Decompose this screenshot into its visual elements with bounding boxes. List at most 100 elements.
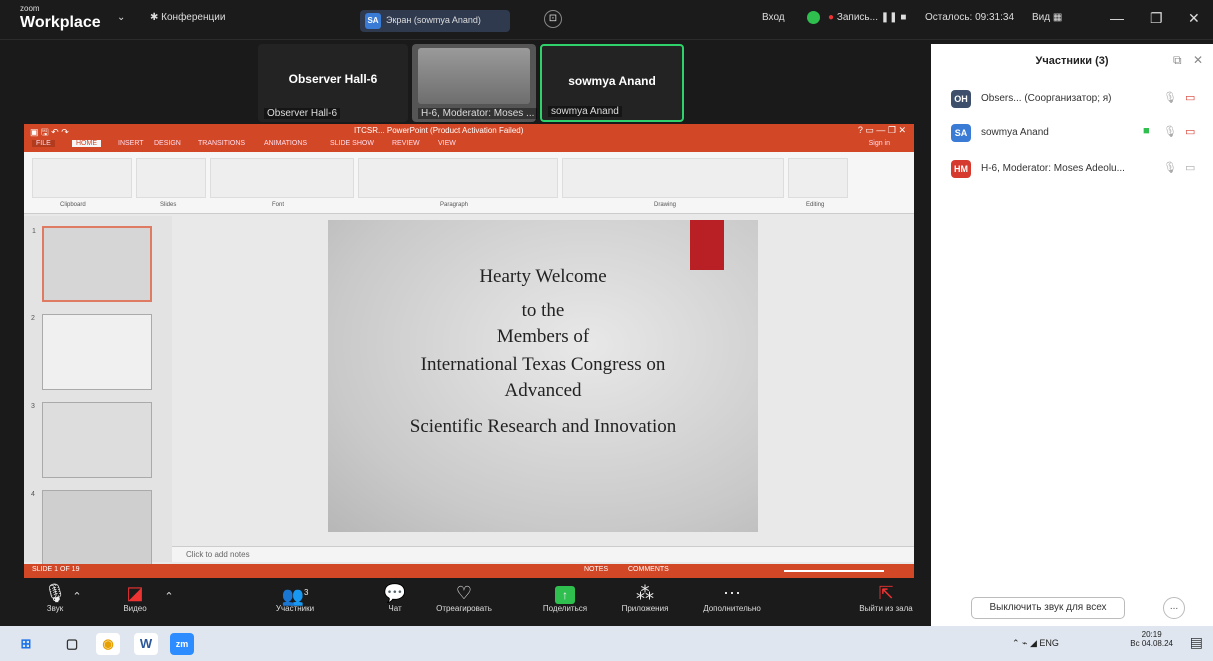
apps-button[interactable]: ⁂ Приложения xyxy=(610,580,680,626)
minimize-icon[interactable]: — xyxy=(1110,10,1124,26)
slides-group[interactable] xyxy=(136,158,206,198)
drawing-group[interactable] xyxy=(562,158,784,198)
font-group[interactable] xyxy=(210,158,354,198)
mic-icon[interactable]: 🎙 xyxy=(1163,125,1177,138)
chat-label: Чат xyxy=(388,604,402,613)
video-off-icon[interactable]: ▭ xyxy=(1185,91,1195,104)
slide-thumb-4[interactable]: 4 xyxy=(31,490,152,566)
more-options-button[interactable]: ... xyxy=(1163,597,1185,619)
ppt-tab-review[interactable]: REVIEW xyxy=(392,140,420,147)
record-icon: ● xyxy=(828,12,835,23)
ppt-tab-slideshow[interactable]: SLIDE SHOW xyxy=(330,140,374,147)
video-tile-moderator[interactable]: H-6, Moderator: Moses ... xyxy=(412,44,538,122)
title-bar: zoom Workplace ⌄ ✱ Конференции SA Экран … xyxy=(0,0,1213,40)
slide-line: Scientific Research and Innovation xyxy=(409,416,677,437)
thumb-number: 1 xyxy=(32,228,36,235)
leave-room-button[interactable]: ⇱ Выйти из зала xyxy=(846,580,926,626)
system-clock[interactable]: 20:19 Вс 04.08.24 xyxy=(1130,630,1173,648)
close-panel-icon[interactable]: ✕ xyxy=(1193,53,1203,67)
participants-button[interactable]: 👥3 Участники xyxy=(260,580,330,626)
chat-button[interactable]: 💬 Чат xyxy=(370,580,420,626)
restore-icon[interactable]: ❐ xyxy=(1150,10,1163,27)
task-view-icon[interactable]: ▢ xyxy=(60,633,84,655)
ppt-tab-insert[interactable]: INSERT xyxy=(118,140,144,147)
video-label: Видео xyxy=(123,604,147,613)
meetings-icon: ✱ xyxy=(150,12,159,23)
participant-row[interactable]: SA sowmya Anand ■ 🎙 ▭ xyxy=(931,118,1213,148)
paragraph-group[interactable] xyxy=(358,158,558,198)
ppt-tab-animations[interactable]: ANIMATIONS xyxy=(264,140,307,147)
slide-counter: SLIDE 1 OF 19 xyxy=(32,566,80,573)
participant-row[interactable]: OH Obsers... (Соорганизатор; я) 🎙 ▭ xyxy=(931,84,1213,114)
more-button[interactable]: ⋯ Дополнительно xyxy=(692,580,772,626)
zoom-slider[interactable] xyxy=(784,570,884,572)
thumb-number: 4 xyxy=(31,491,35,498)
slide-thumbnails: 1 2 3 4 xyxy=(24,216,172,566)
ppt-tab-file[interactable]: FILE xyxy=(32,140,55,147)
participant-name: Obsers... (Соорганизатор; я) xyxy=(981,93,1112,104)
notes-toggle[interactable]: NOTES xyxy=(584,566,608,573)
current-slide[interactable]: Hearty Welcome to the Members of Interna… xyxy=(328,220,758,532)
chrome-icon[interactable]: ◉ xyxy=(96,633,120,655)
video-tile-observer[interactable]: Observer Hall-6 Observer Hall-6 xyxy=(258,44,408,122)
chevron-down-icon[interactable]: ⌄ xyxy=(117,12,125,23)
ppt-window-controls[interactable]: ? ▭ — ❐ ✕ xyxy=(858,125,906,136)
recording-indicator[interactable]: ● Запись... ❚❚ ■ xyxy=(828,12,906,23)
leave-icon: ⇱ xyxy=(878,583,894,603)
popout-icon[interactable]: ⧉ xyxy=(1173,53,1182,68)
comments-toggle[interactable]: COMMENTS xyxy=(628,566,669,573)
clipboard-group[interactable] xyxy=(32,158,132,198)
ribbon-group-label: Editing xyxy=(806,202,825,208)
react-button[interactable]: ♡ Отреагировать xyxy=(424,580,504,626)
editing-group[interactable] xyxy=(788,158,848,198)
view-menu[interactable]: Вид ▦ xyxy=(1032,12,1062,23)
slide-accent-shape xyxy=(690,220,724,270)
login-button[interactable]: Вход xyxy=(762,12,785,23)
slide-thumb-3[interactable]: 3 xyxy=(31,402,152,478)
ppt-tab-design[interactable]: DESIGN xyxy=(154,140,181,147)
expand-icon[interactable]: ⊡ xyxy=(544,10,562,28)
pause-icon[interactable]: ❚❚ xyxy=(881,12,898,23)
slide-thumb-2[interactable]: 2 xyxy=(31,314,152,390)
share-label: Поделиться xyxy=(542,604,588,613)
tray-icons[interactable]: ⌃ ⌁ ◢ ENG xyxy=(1012,638,1059,649)
chat-icon: 💬 xyxy=(383,583,407,603)
video-icon[interactable]: ▭ xyxy=(1185,161,1195,174)
screen-share-pill[interactable]: SA Экран (sowmya Anand) xyxy=(360,10,510,32)
screen-share-avatar: SA xyxy=(365,13,381,29)
mic-icon[interactable]: 🎙 xyxy=(1163,91,1177,104)
meetings-menu[interactable]: ✱ Конференции xyxy=(150,12,225,23)
ppt-tab-view[interactable]: VIEW xyxy=(438,140,456,147)
panel-title: Участники (3) xyxy=(1035,55,1109,67)
video-off-icon[interactable]: ▭ xyxy=(1185,125,1195,138)
notes-pane[interactable]: Click to add notes xyxy=(172,546,914,562)
close-icon[interactable]: ✕ xyxy=(1188,10,1200,27)
slide-line: to the xyxy=(521,300,565,321)
video-button[interactable]: ◪ Видео xyxy=(110,580,160,626)
ribbon-group-label: Slides xyxy=(160,202,177,208)
share-button[interactable]: ↑ Поделиться xyxy=(530,580,600,626)
slide-line: International Texas Congress on xyxy=(420,354,666,375)
apps-label: Приложения xyxy=(621,604,669,613)
tile-caption: H-6, Moderator: Moses ... xyxy=(418,108,538,119)
ppt-tab-transitions[interactable]: TRANSITIONS xyxy=(198,140,245,147)
slide-line: Hearty Welcome xyxy=(479,266,607,287)
thumb-number: 2 xyxy=(31,315,35,322)
notification-icon[interactable]: ▤ xyxy=(1190,634,1203,651)
meetings-label: Конференции xyxy=(161,12,226,23)
participant-row[interactable]: HM H-6, Moderator: Moses Adeolu... 🎙 ▭ xyxy=(931,154,1213,184)
video-tile-sowmya[interactable]: sowmya Anand sowmya Anand xyxy=(540,44,684,122)
more-label: Дополнительно xyxy=(703,604,761,613)
zoom-app-icon[interactable]: zm xyxy=(170,633,194,655)
mute-all-button[interactable]: Выключить звук для всех xyxy=(971,597,1125,619)
avatar: SA xyxy=(951,124,971,142)
windows-start-icon[interactable]: ⊞ xyxy=(14,633,38,655)
apps-icon: ⁂ xyxy=(636,583,654,603)
tile-name: Observer Hall-6 xyxy=(288,72,378,86)
word-icon[interactable]: W xyxy=(134,633,158,655)
stop-icon[interactable]: ■ xyxy=(900,12,906,23)
ppt-sign-in[interactable]: Sign in xyxy=(869,140,890,147)
mic-icon[interactable]: 🎙 xyxy=(1163,161,1177,174)
ppt-tab-home[interactable]: HOME xyxy=(72,140,101,147)
slide-thumb-1[interactable]: 1 xyxy=(32,226,152,302)
